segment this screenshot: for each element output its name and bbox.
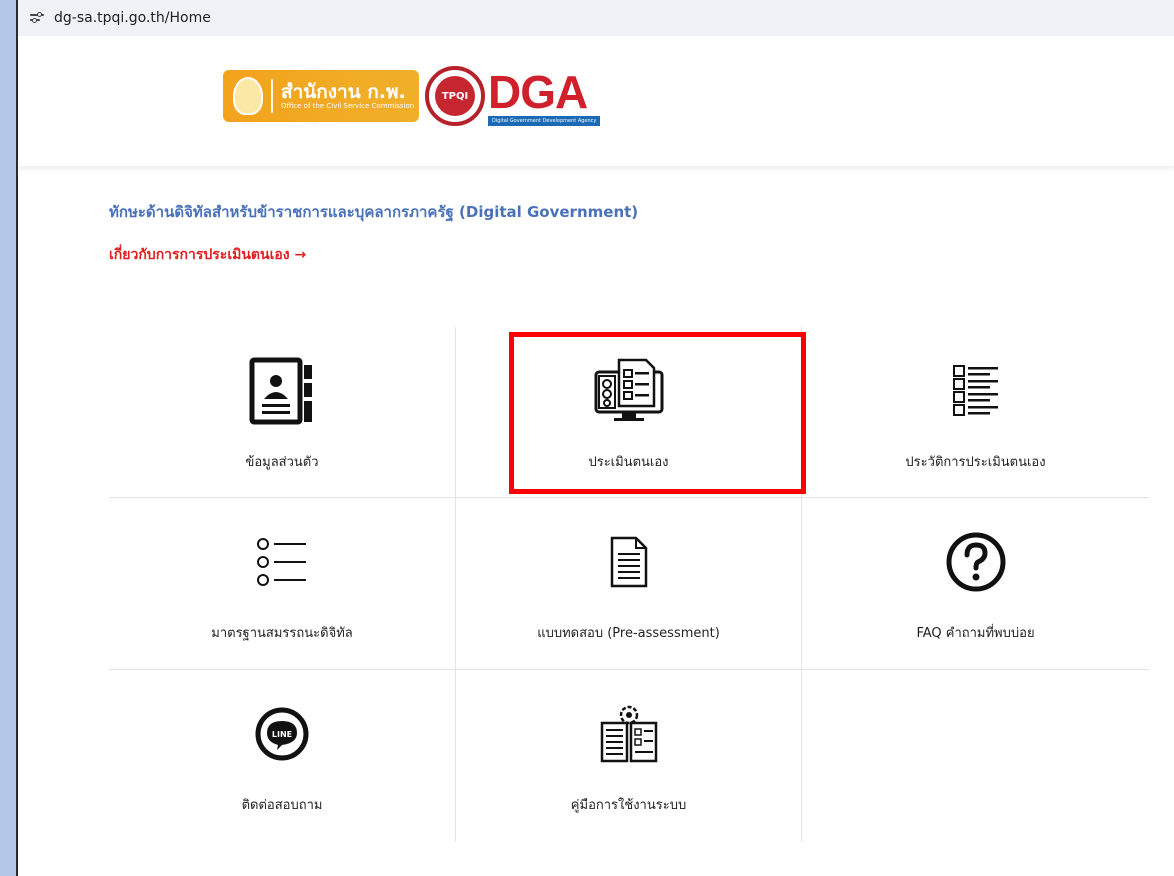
tile-self-assessment[interactable]: ประเมินตนเอง: [456, 327, 802, 498]
assessment-checklist-icon: [594, 358, 663, 421]
ocsc-logo-text: สำนักงาน ก.พ.: [281, 80, 406, 103]
ocsc-logo-subtext: Office of the Civil Service Commission: [281, 101, 415, 110]
tpqi-logo-text: TPQI: [435, 76, 475, 116]
about-assessment-link[interactable]: เกี่ยวกับการการประเมินตนเอง →: [109, 244, 306, 266]
svg-text:LINE: LINE: [272, 730, 292, 739]
bullet-list-icon: [257, 538, 306, 586]
tile-label: คู่มือการใช้งานระบบ: [570, 798, 687, 813]
dga-logo-tagline: Digital Government Development Agency: [488, 116, 601, 126]
browser-window: dg-sa.tpqi.go.th/Home สำนักงาน ก.พ. Offi…: [16, 0, 1174, 876]
dga-logo-text: DGA: [488, 66, 588, 118]
url-text[interactable]: dg-sa.tpqi.go.th/Home: [54, 10, 211, 26]
dga-logo[interactable]: DGA Digital Government Development Agenc…: [488, 66, 601, 126]
ocsc-logo[interactable]: สำนักงาน ก.พ. Office of the Civil Servic…: [223, 70, 419, 122]
tpqi-logo[interactable]: TPQI: [425, 66, 485, 126]
site-settings-icon[interactable]: [30, 12, 44, 24]
tile-assessment-history[interactable]: ประวัติการประเมินตนเอง: [802, 327, 1149, 498]
address-bar[interactable]: dg-sa.tpqi.go.th/Home: [18, 0, 1174, 36]
tile-user-manual[interactable]: คู่มือการใช้งานระบบ: [456, 670, 802, 842]
tile-label: แบบทดสอบ (Pre-assessment): [537, 626, 720, 641]
tile-digital-standards[interactable]: มาตรฐานสมรรถนะดิจิทัล: [109, 498, 456, 670]
garuda-emblem-icon: [233, 77, 263, 115]
question-circle-icon: [946, 532, 1005, 592]
tile-label: ประเมินตนเอง: [588, 455, 669, 470]
document-icon: [610, 536, 647, 588]
tile-label: มาตรฐานสมรรถนะดิจิทัล: [211, 626, 353, 641]
line-icon: LINE: [255, 707, 309, 761]
tile-label: ข้อมูลส่วนตัว: [245, 455, 319, 470]
site-header: สำนักงาน ก.พ. Office of the Civil Servic…: [18, 36, 1174, 166]
tile-personal-info[interactable]: ข้อมูลส่วนตัว: [109, 327, 456, 498]
tile-label: ติดต่อสอบถาม: [241, 798, 323, 813]
tile-empty: [802, 670, 1149, 842]
tile-label: ประวัติการประเมินตนเอง: [905, 455, 1046, 470]
history-list-icon: [952, 365, 998, 416]
tile-faq[interactable]: FAQ คำถามที่พบบ่อย: [802, 498, 1149, 670]
tile-label: FAQ คำถามที่พบบ่อย: [916, 626, 1035, 641]
page-title: ทักษะด้านดิจิทัลสำหรับข้าราชการและบุคลาก…: [109, 203, 639, 221]
menu-grid: ข้อมูลส่วนตัว ประเมินตนเอง ประวัติการประ…: [109, 327, 1149, 842]
profile-card-icon: [249, 357, 312, 425]
manual-book-icon: [600, 705, 657, 763]
tile-pre-assessment[interactable]: แบบทดสอบ (Pre-assessment): [456, 498, 802, 670]
tile-contact[interactable]: LINE ติดต่อสอบถาม: [109, 670, 456, 842]
